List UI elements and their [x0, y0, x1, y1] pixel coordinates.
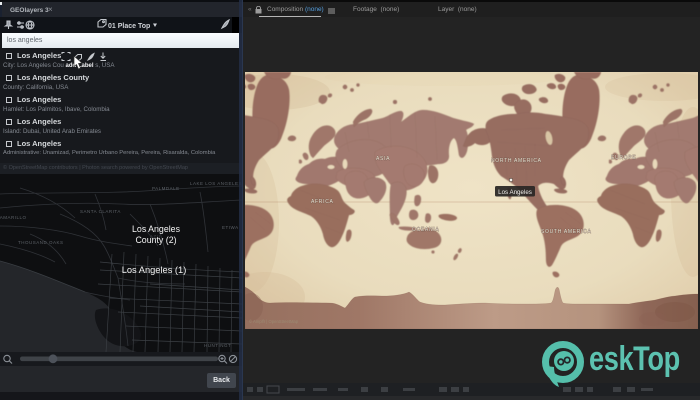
svg-text:Los Angeles (1): Los Angeles (1)	[122, 265, 187, 275]
svg-text:County (2): County (2)	[135, 235, 176, 245]
svg-text:THOUSAND OAKS: THOUSAND OAKS	[18, 240, 64, 245]
svg-text:LAKE LOS ANGELES: LAKE LOS ANGELES	[190, 181, 242, 186]
svg-text:OCEANIA: OCEANIA	[412, 227, 439, 233]
svg-text:SANTA CLARITA: SANTA CLARITA	[80, 209, 121, 214]
svg-text:NORTH AMERICA: NORTH AMERICA	[491, 158, 542, 164]
svg-text:PALMDALE: PALMDALE	[152, 186, 180, 191]
svg-text:HUNTINGT: HUNTINGT	[204, 343, 231, 348]
svg-text:ETIWA: ETIWA	[222, 225, 239, 230]
svg-text:© Amplfr | OpenStreetMap: © Amplfr | OpenStreetMap	[249, 319, 299, 324]
svg-text:01 Place Top: 01 Place Top	[108, 23, 150, 30]
svg-text:SOUTH AMERICA: SOUTH AMERICA	[541, 229, 592, 235]
svg-text:CAMARILLO: CAMARILLO	[0, 215, 27, 220]
svg-text:ASIA: ASIA	[376, 156, 390, 162]
svg-text:Los Angeles: Los Angeles	[498, 189, 532, 196]
svg-text:AFRICA: AFRICA	[311, 199, 334, 205]
svg-text:EUROPE: EUROPE	[611, 155, 636, 161]
svg-text:Los Angeles: Los Angeles	[132, 224, 181, 234]
